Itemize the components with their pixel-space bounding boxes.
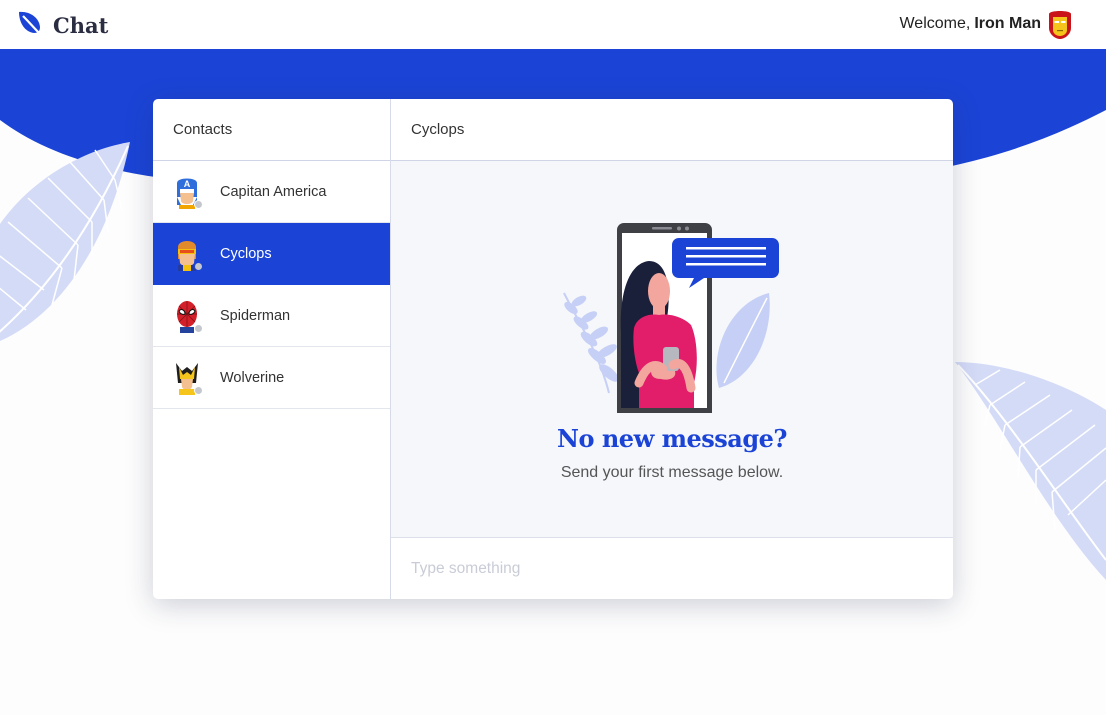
contact-name: Wolverine xyxy=(220,369,285,386)
empty-state-title: No new message? xyxy=(557,424,787,453)
status-indicator xyxy=(194,199,203,209)
chat-card: Contacts A Capitan America Cyclops Spide… xyxy=(153,99,953,599)
right-leaf xyxy=(955,362,1106,580)
contact-item-wolverine[interactable]: Wolverine xyxy=(153,347,390,409)
welcome-area: Welcome, Iron Man xyxy=(899,8,1073,40)
status-indicator xyxy=(194,385,203,395)
contact-item-capitan-america[interactable]: A Capitan America xyxy=(153,161,390,223)
contact-item-spiderman[interactable]: Spiderman xyxy=(153,285,390,347)
spiderman-icon xyxy=(173,299,203,333)
welcome-text: Welcome, xyxy=(899,15,971,32)
captain-america-icon: A xyxy=(173,175,203,209)
status-indicator xyxy=(194,261,203,271)
app-name: Chat xyxy=(53,13,109,38)
phone-illustration xyxy=(563,223,779,413)
wolverine-icon xyxy=(173,361,203,395)
message-composer xyxy=(391,538,953,599)
empty-state-subtitle: Send your first message below. xyxy=(560,464,784,481)
leaf-logo-icon xyxy=(17,10,43,41)
message-area[interactable]: No new message? Send your first message … xyxy=(391,161,953,538)
status-indicator xyxy=(194,323,203,333)
contact-item-cyclops[interactable]: Cyclops xyxy=(153,223,390,285)
contact-name: Spiderman xyxy=(220,307,291,324)
contacts-panel: Contacts A Capitan America Cyclops Spide… xyxy=(153,99,391,599)
conversation-panel: Cyclops No new message? Send your first … xyxy=(391,99,953,599)
contact-name: Cyclops xyxy=(220,245,272,262)
left-leaf xyxy=(0,142,130,341)
current-username: Iron Man xyxy=(974,15,1041,32)
conversation-title: Cyclops xyxy=(391,99,953,161)
cyclops-icon xyxy=(173,237,203,271)
iron-man-icon[interactable] xyxy=(1047,8,1073,40)
contact-name: Capitan America xyxy=(220,183,327,200)
top-bar: Chat Welcome, Iron Man xyxy=(0,0,1106,49)
brand[interactable]: Chat xyxy=(17,10,108,41)
svg-text:A: A xyxy=(184,179,191,189)
message-input[interactable] xyxy=(411,559,933,578)
contacts-title: Contacts xyxy=(153,99,390,161)
